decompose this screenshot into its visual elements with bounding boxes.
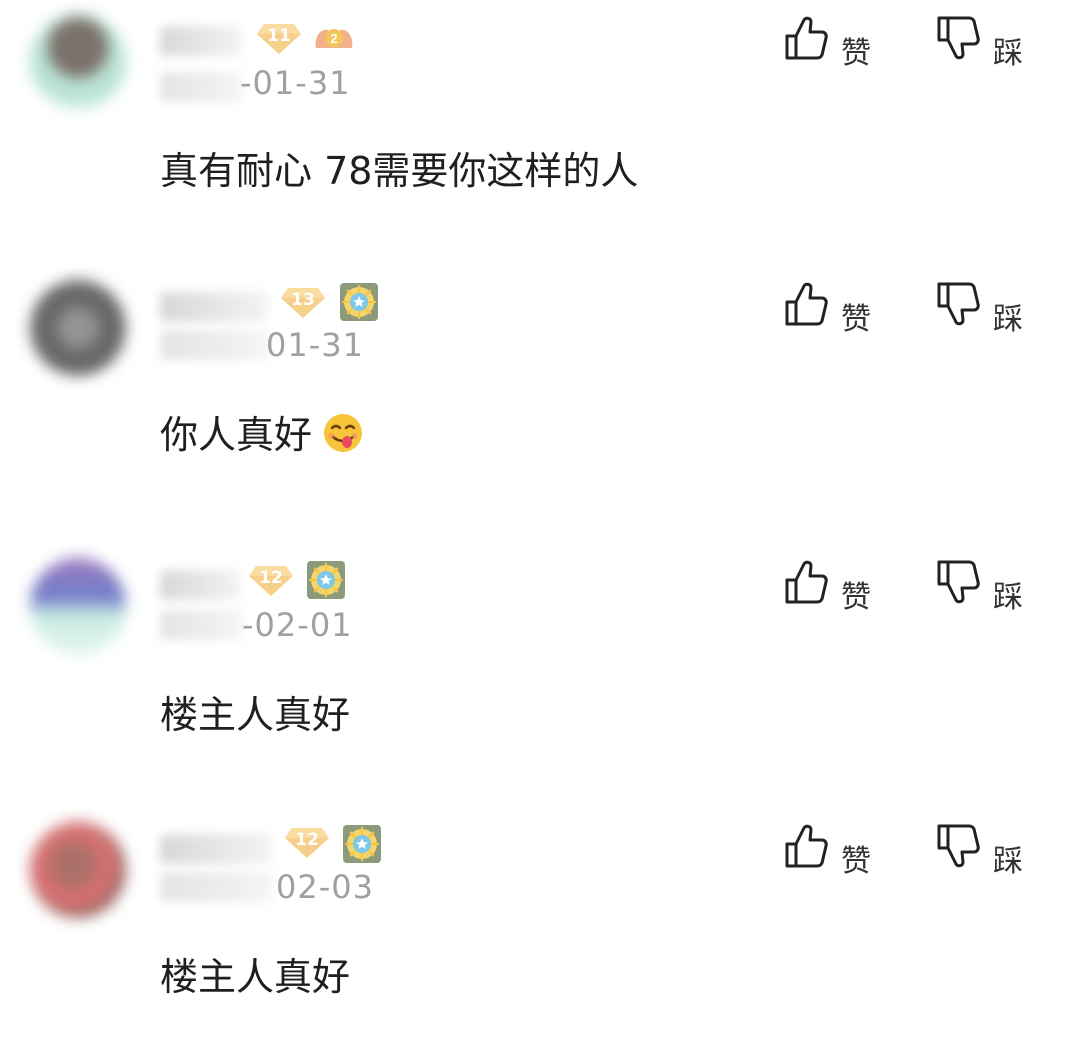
avatar-blur-mask xyxy=(20,274,140,390)
thumbs-down-icon xyxy=(935,280,981,328)
level-badge: 11 xyxy=(256,20,302,56)
thumbs-down-icon xyxy=(935,822,981,870)
medal-icon xyxy=(339,282,379,322)
medal-icon xyxy=(306,560,346,600)
date-blurred xyxy=(160,610,244,640)
level-number: 11 xyxy=(267,26,291,46)
comment-date: -01-31 xyxy=(240,64,351,102)
avatar-blur-mask xyxy=(20,816,140,932)
comment-text-content: 你人真好 xyxy=(160,413,313,457)
comment-text-content: 真有耐心 78需要你这样的人 xyxy=(160,149,639,193)
like-button[interactable]: 赞 xyxy=(783,822,893,879)
like-label: 赞 xyxy=(841,36,871,71)
dislike-label: 踩 xyxy=(993,36,1023,71)
comment-date: 01-31 xyxy=(266,326,364,364)
dislike-button[interactable]: 踩 xyxy=(935,558,1045,615)
date-blurred xyxy=(160,872,274,902)
yum-face-emoji-icon xyxy=(322,412,364,454)
like-label: 赞 xyxy=(841,580,871,615)
username-blurred[interactable] xyxy=(160,26,242,56)
comment-text: 你人真好 xyxy=(160,404,364,459)
thumbs-up-icon xyxy=(783,280,829,328)
date-blurred xyxy=(160,330,270,360)
comment-item: 12 02-03 赞 踩 楼主人真好 xyxy=(0,808,1080,1058)
dislike-button[interactable]: 踩 xyxy=(935,14,1045,71)
thumbs-up-icon xyxy=(783,822,829,870)
level-number: 13 xyxy=(291,290,315,310)
username-blurred[interactable] xyxy=(160,292,268,322)
dislike-button[interactable]: 踩 xyxy=(935,280,1045,337)
comment-text-content: 楼主人真好 xyxy=(160,955,351,999)
level-badge: 12 xyxy=(284,824,330,860)
username-blurred[interactable] xyxy=(160,834,272,864)
comment-item: 11 -01-31 赞 踩 真有耐心 78需要你这样的人 xyxy=(0,0,1080,250)
gift-icon xyxy=(312,20,356,56)
avatar-blur-mask xyxy=(20,552,140,668)
comment-date: 02-03 xyxy=(276,868,374,906)
username-blurred[interactable] xyxy=(160,570,240,600)
comment-text: 楼主人真好 xyxy=(160,946,350,1001)
comment-text: 真有耐心 78需要你这样的人 xyxy=(160,140,638,195)
comment-date: -02-01 xyxy=(242,606,353,644)
level-number: 12 xyxy=(295,830,319,850)
comment-item: 13 01-31 赞 踩 你人真好 xyxy=(0,266,1080,516)
like-label: 赞 xyxy=(841,844,871,879)
like-label: 赞 xyxy=(841,302,871,337)
dislike-label: 踩 xyxy=(993,302,1023,337)
medal-icon xyxy=(342,824,382,864)
like-button[interactable]: 赞 xyxy=(783,280,893,337)
like-button[interactable]: 赞 xyxy=(783,558,893,615)
dislike-button[interactable]: 踩 xyxy=(935,822,1045,879)
comment-text-content: 楼主人真好 xyxy=(160,693,351,737)
dislike-label: 踩 xyxy=(993,844,1023,879)
thumbs-down-icon xyxy=(935,558,981,606)
level-badge: 12 xyxy=(248,562,294,598)
comment-text: 楼主人真好 xyxy=(160,684,350,739)
comment-item: 12 -02-01 赞 踩 楼主人真好 xyxy=(0,544,1080,794)
thumbs-down-icon xyxy=(935,14,981,62)
level-number: 12 xyxy=(259,568,283,588)
thumbs-up-icon xyxy=(783,14,829,62)
avatar-blur-mask xyxy=(20,8,140,124)
level-badge: 13 xyxy=(280,284,326,320)
dislike-label: 踩 xyxy=(993,580,1023,615)
thumbs-up-icon xyxy=(783,558,829,606)
date-blurred xyxy=(160,72,244,102)
like-button[interactable]: 赞 xyxy=(783,14,893,71)
